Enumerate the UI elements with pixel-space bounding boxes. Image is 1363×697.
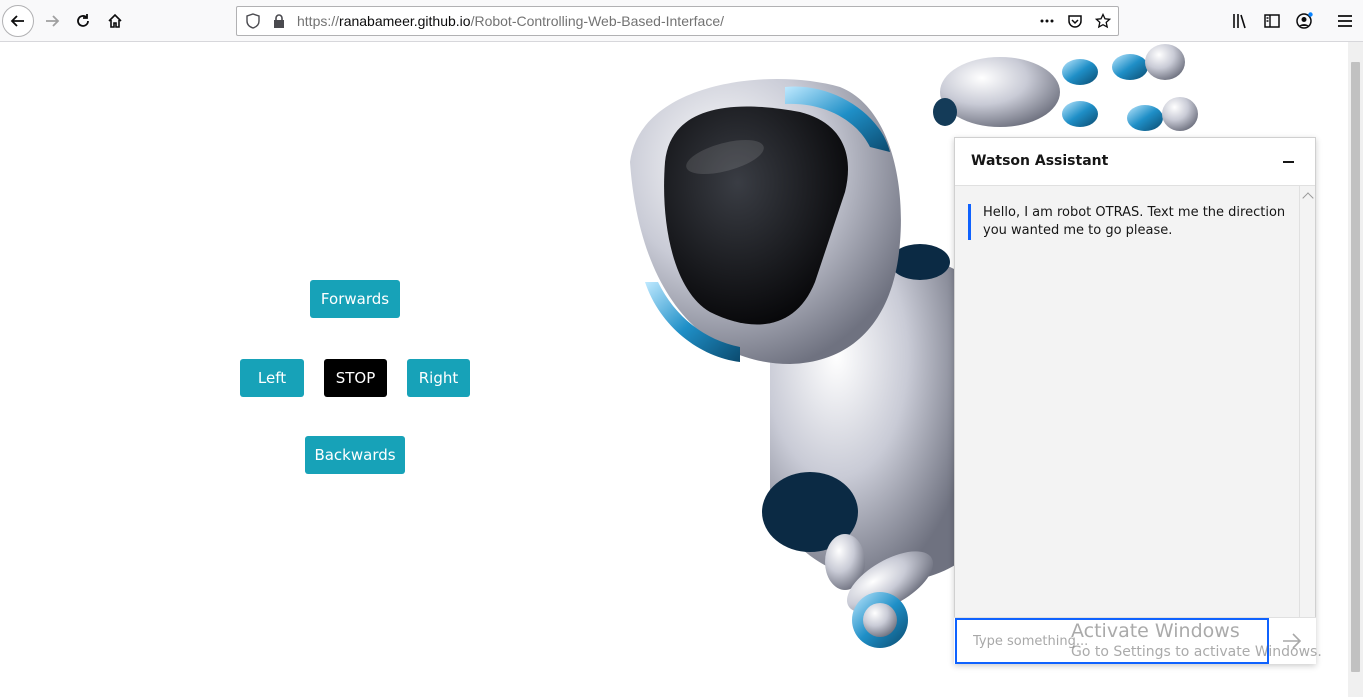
chat-scrollbar[interactable] — [1299, 186, 1315, 664]
menu-icon[interactable] — [1336, 12, 1354, 30]
home-icon — [108, 13, 122, 28]
url-path: /Robot-Controlling-Web-Based-Interface/ — [470, 13, 724, 29]
scrollbar-thumb[interactable] — [1351, 62, 1360, 672]
shield-icon[interactable] — [245, 13, 261, 29]
forwards-button[interactable]: Forwards — [310, 280, 400, 318]
url-text[interactable]: https://ranabameer.github.io/Robot-Contr… — [297, 13, 724, 29]
forward-button[interactable] — [36, 5, 68, 37]
minimize-icon[interactable] — [1281, 154, 1297, 170]
arrow-left-icon — [10, 15, 24, 27]
library-icon[interactable] — [1231, 12, 1249, 30]
page-content: Forwards Left STOP Right Backwards Watso… — [0, 42, 1348, 697]
scroll-up-icon[interactable] — [1302, 192, 1314, 204]
more-icon[interactable] — [1039, 13, 1055, 29]
left-button[interactable]: Left — [240, 359, 304, 397]
pocket-icon[interactable] — [1067, 13, 1083, 29]
chat-input[interactable] — [955, 618, 1269, 664]
stop-button[interactable]: STOP — [324, 359, 387, 397]
url-domain: ranabameer.github.io — [339, 13, 471, 29]
account-icon[interactable] — [1295, 12, 1313, 30]
watson-assistant-panel: Watson Assistant Hello, I am robot OTRAS… — [954, 137, 1316, 664]
address-bar[interactable]: https://ranabameer.github.io/Robot-Contr… — [236, 6, 1119, 36]
backwards-button[interactable]: Backwards — [305, 436, 405, 474]
page-scrollbar[interactable] — [1348, 42, 1363, 697]
url-prefix: https:// — [297, 13, 340, 29]
arrow-right-icon — [46, 15, 60, 27]
assistant-message: Hello, I am robot OTRAS. Text me the dir… — [968, 204, 1288, 240]
watson-title: Watson Assistant — [971, 153, 1109, 169]
browser-toolbar: https://ranabameer.github.io/Robot-Contr… — [0, 0, 1363, 42]
reload-button[interactable] — [67, 5, 99, 37]
star-icon[interactable] — [1095, 13, 1111, 29]
back-button[interactable] — [2, 5, 34, 37]
watson-header: Watson Assistant — [955, 138, 1315, 186]
reload-icon — [77, 14, 89, 27]
send-arrow-icon[interactable] — [1280, 630, 1304, 652]
sidebar-icon[interactable] — [1263, 12, 1281, 30]
right-button[interactable]: Right — [407, 359, 470, 397]
lock-icon[interactable] — [271, 13, 287, 29]
home-button[interactable] — [99, 5, 131, 37]
